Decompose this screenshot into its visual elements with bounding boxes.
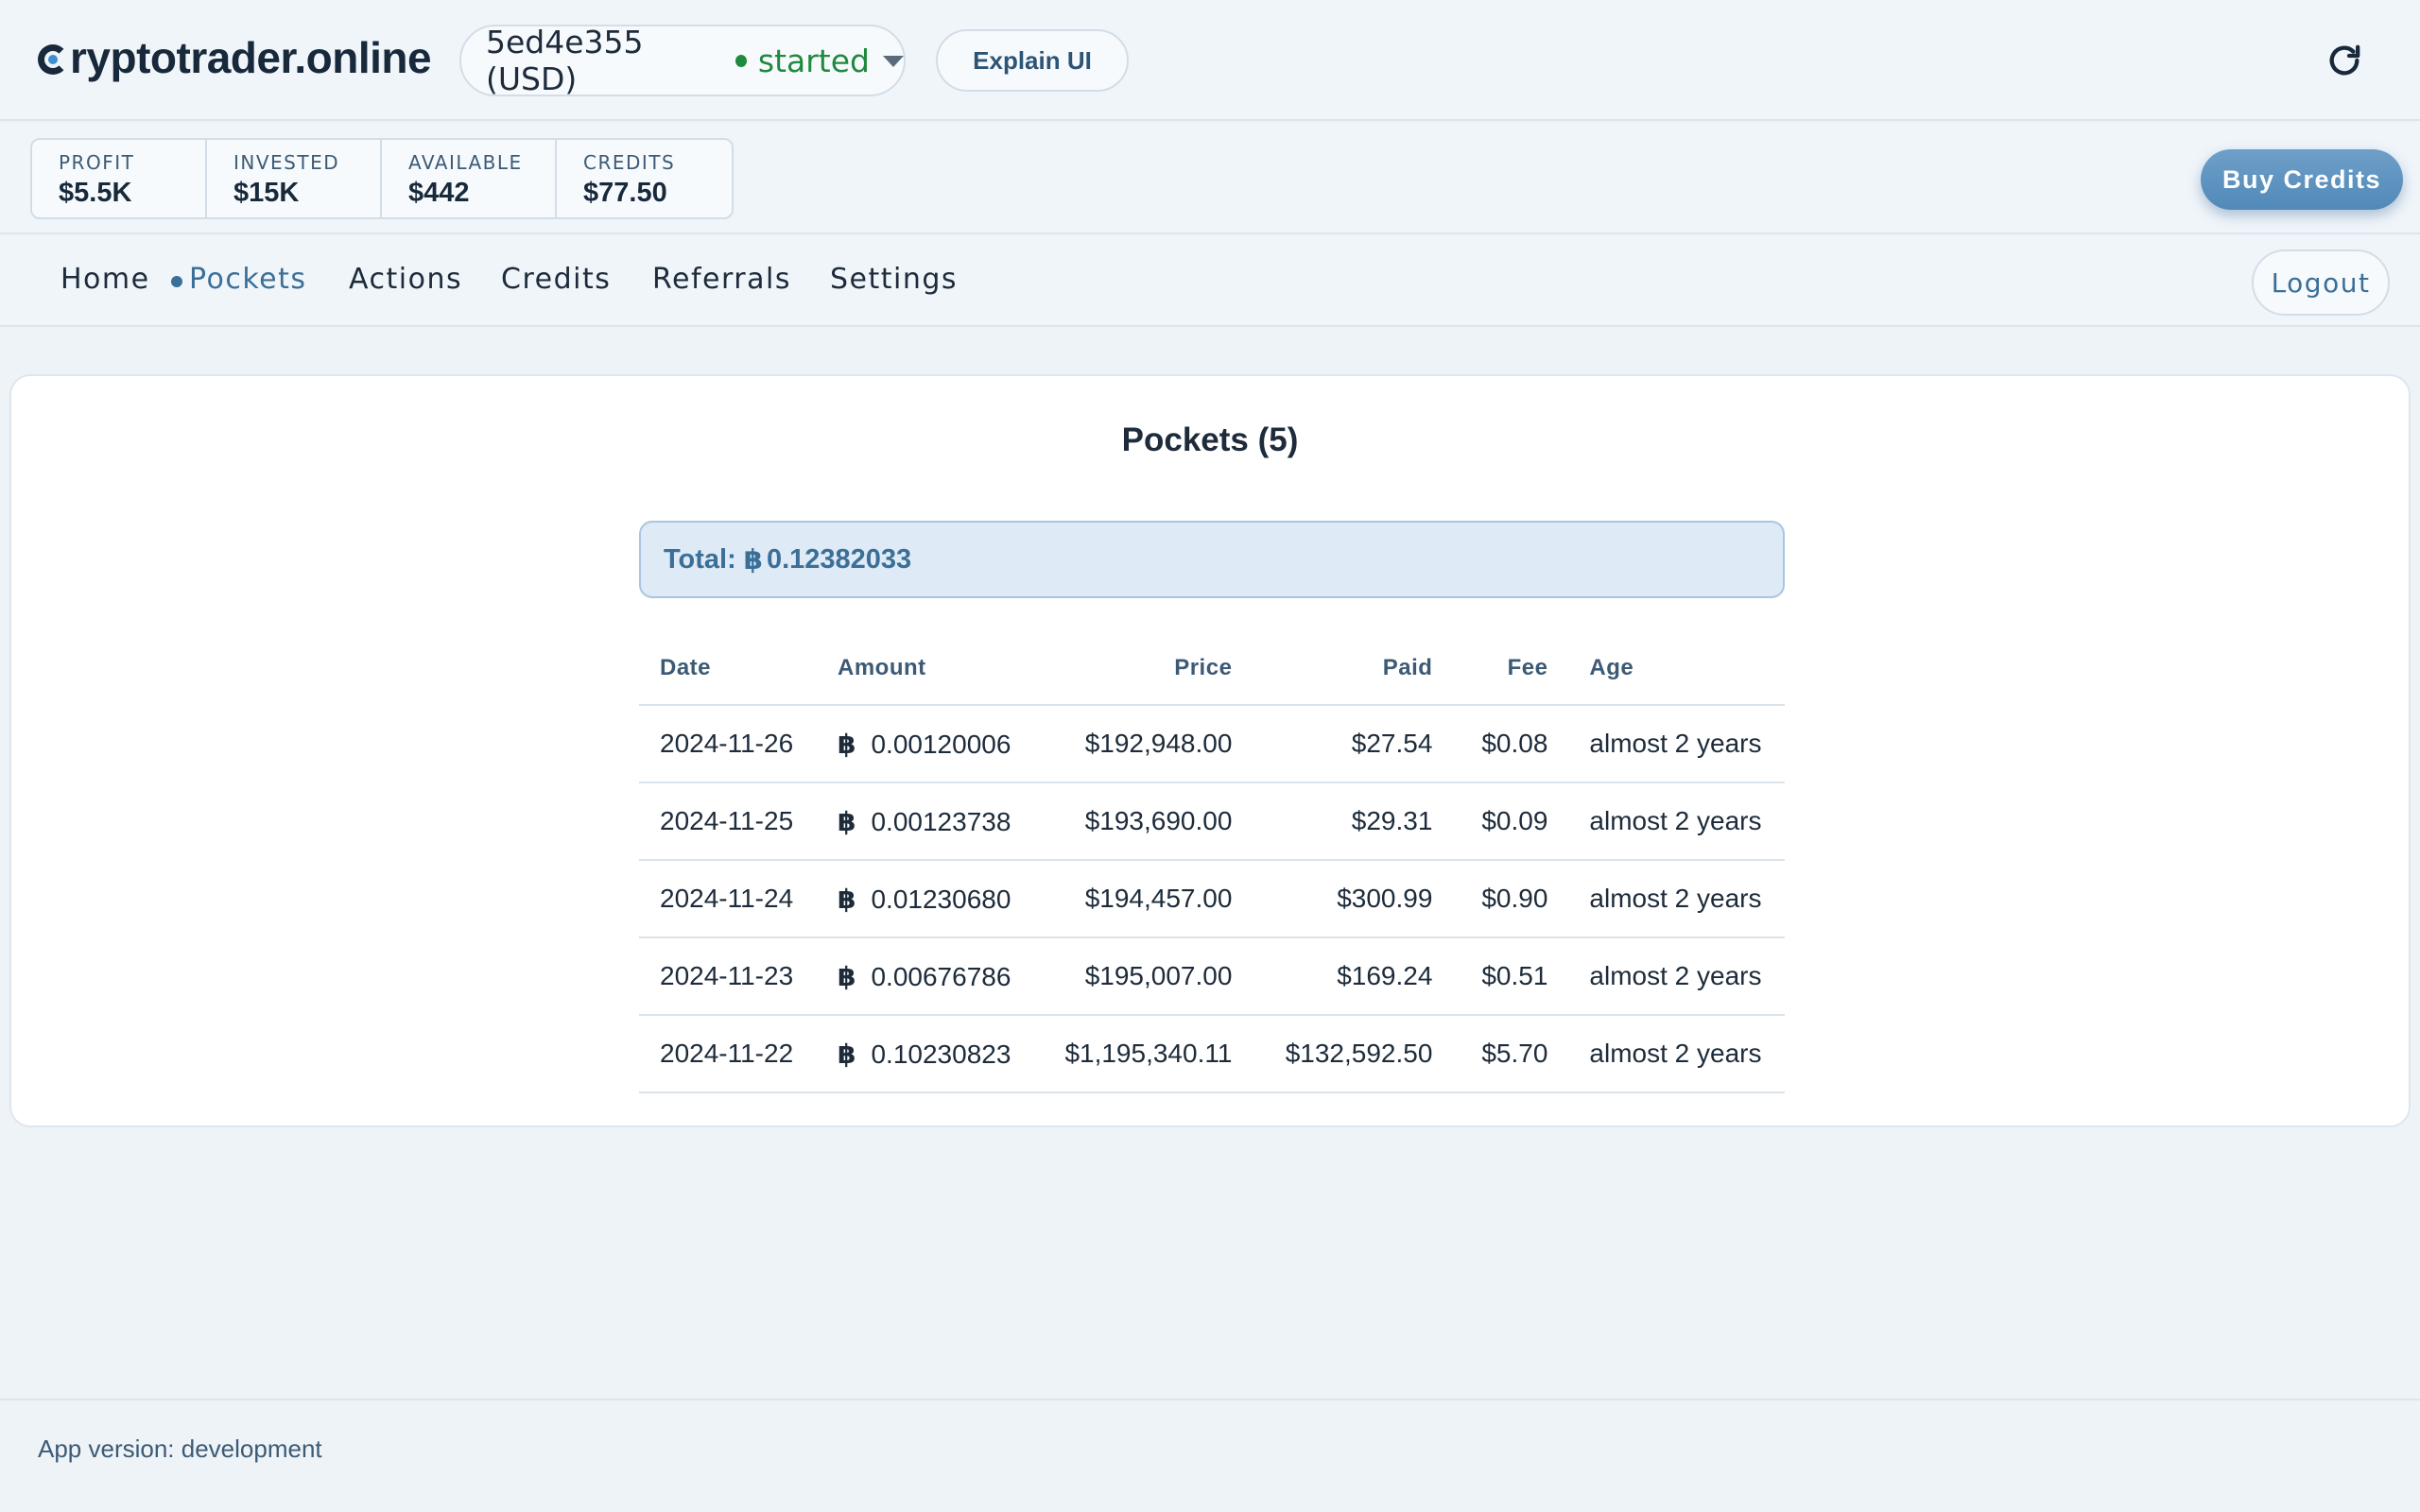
- amount-value: 0.01230680: [871, 884, 1011, 914]
- column-header-date[interactable]: Date: [639, 631, 817, 706]
- amount-value: 0.00120006: [871, 729, 1011, 759]
- stats-bar: Profit $5.5K Invested $15K Available $44…: [0, 123, 2420, 234]
- cell-date: 2024-11-24: [639, 860, 817, 938]
- page-title: Pockets (5): [1121, 421, 1299, 458]
- stat-available: Available $442: [382, 140, 557, 217]
- cell-age: almost 2 years: [1568, 1015, 1785, 1093]
- nav-item-actions[interactable]: Actions: [349, 263, 462, 296]
- column-header-fee[interactable]: Fee: [1453, 631, 1569, 706]
- cell-date: 2024-11-23: [639, 937, 817, 1016]
- chevron-down-icon: [883, 56, 904, 67]
- cell-age: almost 2 years: [1568, 782, 1785, 861]
- cell-age: almost 2 years: [1568, 937, 1785, 1016]
- brand-c-icon: [38, 44, 68, 75]
- cell-amount: ฿ 0.00123738: [817, 782, 1032, 861]
- nav-item-pockets[interactable]: Pockets: [171, 263, 307, 296]
- nav-item-settings[interactable]: Settings: [830, 263, 958, 296]
- bot-id: 5ed4e355 (USD): [486, 24, 644, 97]
- column-header-price[interactable]: Price: [1031, 631, 1253, 706]
- bitcoin-icon: ฿: [838, 884, 856, 914]
- nav-item-referrals[interactable]: Referrals: [652, 263, 791, 296]
- stat-value: $442: [408, 178, 470, 208]
- amount-value: 0.00676786: [871, 961, 1011, 991]
- bitcoin-icon: ฿: [838, 729, 856, 759]
- nav-item-credits[interactable]: Credits: [501, 263, 611, 296]
- cell-price: $193,690.00: [1031, 782, 1253, 861]
- stat-credits: Credits $77.50: [557, 140, 732, 217]
- nav-item-label: Pockets: [189, 263, 307, 296]
- nav-item-home[interactable]: Home: [60, 263, 150, 296]
- brand-name: ryptotrader.online: [70, 33, 432, 82]
- bitcoin-icon: ฿: [838, 1039, 856, 1069]
- total-value: 0.12382033: [766, 543, 912, 575]
- stats-summary: Profit $5.5K Invested $15K Available $44…: [30, 138, 734, 219]
- pockets-total: Total: ฿ 0.12382033: [639, 521, 1785, 598]
- cell-fee: $0.90: [1453, 860, 1569, 938]
- buy-credits-button[interactable]: Buy Credits: [2201, 149, 2403, 210]
- cell-amount: ฿ 0.00676786: [817, 937, 1032, 1016]
- cell-age: almost 2 years: [1568, 860, 1785, 938]
- cell-paid: $29.31: [1253, 782, 1454, 861]
- table-row[interactable]: 2024-11-23 ฿ 0.00676786 $195,007.00 $169.…: [639, 937, 1785, 1016]
- main-nav: Home Pockets Actions Credits Referrals S…: [0, 236, 2420, 327]
- refresh-button[interactable]: [2322, 38, 2367, 83]
- cell-amount: ฿ 0.10230823: [817, 1015, 1032, 1093]
- total-label: Total:: [664, 543, 736, 575]
- column-header-paid[interactable]: Paid: [1253, 631, 1454, 706]
- cell-fee: $5.70: [1453, 1015, 1569, 1093]
- cell-date: 2024-11-25: [639, 782, 817, 861]
- cell-paid: $132,592.50: [1253, 1015, 1454, 1093]
- stat-invested: Invested $15K: [207, 140, 382, 217]
- pockets-card: Pockets (5) Total: ฿ 0.12382033 Date Amo…: [9, 374, 2411, 1127]
- bitcoin-icon: ฿: [743, 544, 763, 576]
- stat-value: $15K: [233, 178, 300, 208]
- cell-fee: $0.51: [1453, 937, 1569, 1016]
- brand-logo[interactable]: ryptotrader.online: [38, 32, 432, 83]
- bot-selector[interactable]: 5ed4e355 (USD) started: [459, 24, 906, 97]
- pockets-table: Date Amount Price Paid Fee Age 2024-11-2…: [639, 631, 1785, 1093]
- cell-age: almost 2 years: [1568, 705, 1785, 783]
- app-version: App version: development: [38, 1435, 322, 1463]
- column-header-amount[interactable]: Amount: [817, 631, 1032, 706]
- top-bar: ryptotrader.online 5ed4e355 (USD) starte…: [0, 0, 2420, 121]
- cell-paid: $300.99: [1253, 860, 1454, 938]
- active-indicator-icon: [171, 276, 182, 287]
- column-header-age[interactable]: Age: [1568, 631, 1785, 706]
- cell-price: $195,007.00: [1031, 937, 1253, 1016]
- bitcoin-icon: ฿: [838, 806, 856, 836]
- status-dot-icon: [735, 54, 747, 67]
- explain-ui-button[interactable]: Explain UI: [936, 29, 1129, 92]
- table-row[interactable]: 2024-11-22 ฿ 0.10230823 $1,195,340.11 $13…: [639, 1015, 1785, 1093]
- table-header-row: Date Amount Price Paid Fee Age: [639, 631, 1785, 706]
- table-row[interactable]: 2024-11-24 ฿ 0.01230680 $194,457.00 $300.…: [639, 860, 1785, 938]
- amount-value: 0.00123738: [871, 806, 1011, 836]
- cell-date: 2024-11-22: [639, 1015, 817, 1093]
- bot-status: started: [757, 42, 870, 79]
- cell-price: $192,948.00: [1031, 705, 1253, 783]
- cell-fee: $0.09: [1453, 782, 1569, 861]
- stat-value: $5.5K: [59, 178, 132, 208]
- cell-paid: $169.24: [1253, 937, 1454, 1016]
- cell-price: $194,457.00: [1031, 860, 1253, 938]
- footer: App version: development: [0, 1399, 2420, 1512]
- stat-label: Available: [408, 151, 523, 174]
- cell-paid: $27.54: [1253, 705, 1454, 783]
- stat-label: Profit: [59, 151, 135, 174]
- table-row[interactable]: 2024-11-26 ฿ 0.00120006 $192,948.00 $27.5…: [639, 705, 1785, 783]
- stat-value: $77.50: [583, 178, 667, 208]
- bitcoin-icon: ฿: [838, 961, 856, 991]
- cell-date: 2024-11-26: [639, 705, 817, 783]
- amount-value: 0.10230823: [871, 1039, 1011, 1069]
- stat-label: Invested: [233, 151, 340, 174]
- stat-profit: Profit $5.5K: [32, 140, 207, 217]
- cell-price: $1,195,340.11: [1031, 1015, 1253, 1093]
- table-row[interactable]: 2024-11-25 ฿ 0.00123738 $193,690.00 $29.3…: [639, 782, 1785, 861]
- logout-button[interactable]: Logout: [2252, 249, 2390, 316]
- cell-amount: ฿ 0.00120006: [817, 705, 1032, 783]
- cell-amount: ฿ 0.01230680: [817, 860, 1032, 938]
- cell-fee: $0.08: [1453, 705, 1569, 783]
- stat-label: Credits: [583, 151, 676, 174]
- refresh-icon: [2329, 44, 2360, 76]
